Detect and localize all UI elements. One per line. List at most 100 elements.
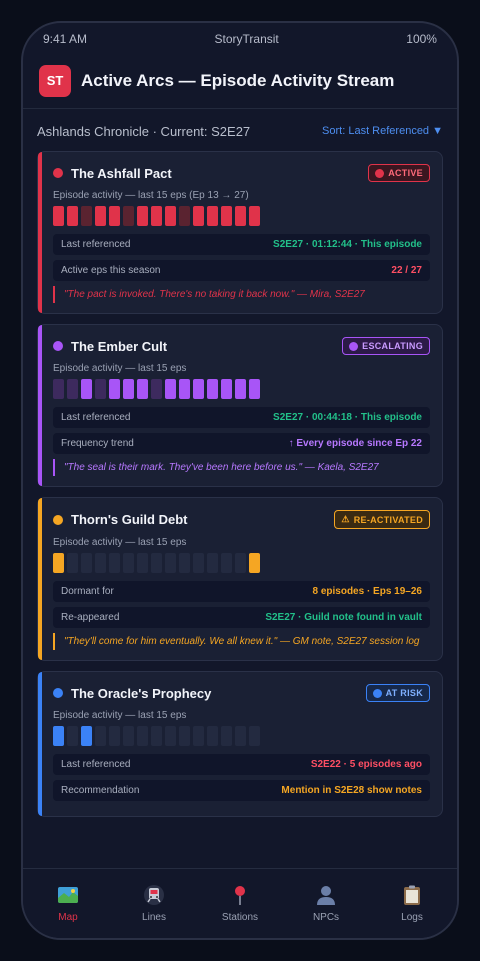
- activity-bar: [151, 379, 162, 399]
- info-row: Recommendation Mention in S2E28 show note…: [53, 780, 430, 801]
- activity-bar: [221, 379, 232, 399]
- activity-bar: [179, 379, 190, 399]
- activity-label: Episode activity — last 15 eps: [53, 537, 187, 548]
- activity-bar: [95, 553, 106, 573]
- activity-bar: [165, 553, 176, 573]
- arc-list[interactable]: The Ashfall Pact ACTIVE Episode activity…: [37, 151, 443, 868]
- status-badge: ESCALATING: [342, 337, 430, 355]
- activity-bars: [53, 379, 430, 399]
- app-header: ST Active Arcs — Episode Activity Stream: [23, 63, 457, 109]
- activity-bar: [207, 726, 218, 746]
- activity-bar: [193, 553, 204, 573]
- bottom-tab-bar: Map Lines Stations NPCs Logs: [23, 868, 457, 938]
- activity-bar: [249, 726, 260, 746]
- arc-color-dot: [53, 168, 63, 178]
- activity-bar: [123, 379, 134, 399]
- tab-lines[interactable]: Lines: [114, 884, 194, 923]
- map-icon: [58, 887, 78, 903]
- activity-bar: [165, 726, 176, 746]
- activity-bar: [81, 206, 92, 226]
- status-battery: 100%: [406, 32, 437, 46]
- activity-label: Episode activity — last 15 eps: [53, 363, 187, 374]
- arc-card-ember-cult[interactable]: The Ember Cult ESCALATING Episode activi…: [37, 324, 443, 487]
- arc-card-ashfall-pact[interactable]: The Ashfall Pact ACTIVE Episode activity…: [37, 151, 443, 314]
- active-dot-icon: [375, 168, 385, 178]
- warning-icon: ⚠: [341, 514, 350, 524]
- sub-bar: Ashlands Chronicle · Current: S2E27 Sort…: [37, 119, 443, 143]
- tab-logs[interactable]: Logs: [372, 884, 452, 923]
- info-row: Last referenced S2E22 · 5 episodes ago: [53, 754, 430, 775]
- activity-bar: [179, 206, 190, 226]
- activity-bar: [123, 553, 134, 573]
- tab-stations[interactable]: Stations: [200, 884, 280, 923]
- arc-card-thorns-guild-debt[interactable]: Thorn's Guild Debt ⚠ RE-ACTIVATED Episode…: [37, 497, 443, 661]
- info-row: Dormant for 8 episodes · Eps 19–26: [53, 581, 430, 602]
- activity-bar: [109, 379, 120, 399]
- activity-bar: [81, 553, 92, 573]
- activity-bar: [67, 379, 78, 399]
- activity-bars: [53, 553, 430, 573]
- activity-bar: [67, 553, 78, 573]
- activity-bar: [109, 206, 120, 226]
- arc-color-dot: [53, 514, 63, 525]
- activity-bar: [249, 379, 260, 399]
- activity-bar: [165, 206, 176, 226]
- tab-npcs[interactable]: NPCs: [286, 884, 366, 923]
- phone-frame: 9:41 AM StoryTransit 100% ST Active Arcs…: [21, 21, 459, 940]
- activity-bar: [249, 206, 260, 226]
- page-title: Active Arcs — Episode Activity Stream: [81, 70, 395, 90]
- arc-color-dot: [53, 688, 63, 698]
- arc-quote: "They'll come for him eventually. We all…: [53, 633, 430, 650]
- sort-dropdown[interactable]: Sort: Last Referenced ▼: [322, 125, 443, 137]
- activity-bar: [151, 206, 162, 226]
- activity-bar: [193, 726, 204, 746]
- activity-bar: [235, 726, 246, 746]
- activity-bar: [81, 726, 92, 746]
- activity-bar: [207, 553, 218, 573]
- activity-bar: [123, 726, 134, 746]
- status-carrier: StoryTransit: [214, 32, 279, 46]
- arc-name: The Oracle's Prophecy: [71, 685, 212, 701]
- activity-bar: [53, 206, 64, 226]
- chronicle-label: Ashlands Chronicle · Current: S2E27: [37, 123, 251, 139]
- activity-bar: [249, 553, 260, 573]
- activity-bar: [207, 379, 218, 399]
- activity-bar: [137, 206, 148, 226]
- info-row: Frequency trend ↑ Every episode since Ep …: [53, 433, 430, 454]
- arc-name: The Ashfall Pact: [71, 165, 172, 181]
- activity-bars: [53, 206, 430, 226]
- person-icon: [317, 886, 335, 905]
- activity-bar: [193, 206, 204, 226]
- arc-card-oracles-prophecy[interactable]: The Oracle's Prophecy AT RISK Episode ac…: [37, 671, 443, 817]
- activity-label: Episode activity — last 15 eps (Ep 13 → …: [53, 190, 249, 201]
- activity-bar: [81, 379, 92, 399]
- activity-bar: [109, 726, 120, 746]
- activity-label: Episode activity — last 15 eps: [53, 710, 187, 721]
- activity-bar: [137, 379, 148, 399]
- activity-bar: [95, 206, 106, 226]
- activity-bar: [137, 553, 148, 573]
- activity-bar: [95, 379, 106, 399]
- arc-quote: "The seal is their mark. They've been he…: [53, 459, 430, 476]
- activity-bar: [221, 553, 232, 573]
- at-risk-dot-icon: [372, 688, 382, 698]
- activity-bar: [221, 206, 232, 226]
- activity-bar: [179, 553, 190, 573]
- train-icon: [144, 885, 164, 905]
- status-badge: ACTIVE: [368, 164, 430, 182]
- status-badge: AT RISK: [365, 684, 430, 702]
- activity-bar: [67, 726, 78, 746]
- pin-icon: [235, 886, 245, 905]
- arc-color-dot: [53, 341, 63, 351]
- activity-bars: [53, 726, 430, 746]
- activity-bar: [221, 726, 232, 746]
- activity-bar: [109, 553, 120, 573]
- activity-bar: [179, 726, 190, 746]
- arc-name: Thorn's Guild Debt: [71, 512, 188, 527]
- activity-bar: [193, 379, 204, 399]
- activity-bar: [53, 379, 64, 399]
- app-logo[interactable]: ST: [39, 64, 71, 97]
- tab-map[interactable]: Map: [28, 884, 108, 923]
- arc-quote: "The pact is invoked. There's no taking …: [53, 286, 430, 303]
- activity-bar: [207, 206, 218, 226]
